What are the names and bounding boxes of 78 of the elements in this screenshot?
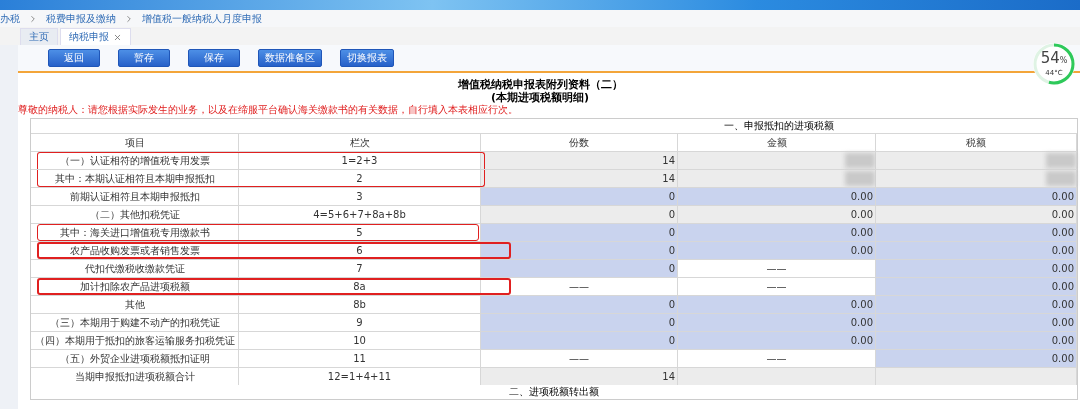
breadcrumb-link[interactable]: 增值税一般纳税人月度申报 [142,11,262,26]
toolbar-button[interactable]: 保存 [188,49,240,67]
row-label: 前期认证相符且本期申报抵扣 [31,187,239,205]
table-cell: 14 [481,367,678,385]
form-subtitle: (本期进项税额明细) [489,91,591,104]
row-code: 11 [239,349,481,367]
table-cell: 0.00 [678,205,876,223]
table-cell: 0 [481,205,678,223]
row-label: （二）其他扣税凭证 [31,205,239,223]
breadcrumb-link[interactable]: 税费申报及缴纳 [46,11,116,26]
input-field[interactable]: 0.00 [876,349,1077,367]
row-label: 代扣代缴税收缴款凭证 [31,259,239,277]
input-field[interactable]: 0.00 [678,295,876,313]
breadcrumb-link[interactable]: 办税 [0,11,20,26]
input-field[interactable]: 0 [481,331,678,349]
toolbar-button[interactable]: 切换报表 [340,49,394,67]
table-cell: 0.00 [876,205,1077,223]
input-field[interactable]: 0.00 [876,223,1077,241]
input-field[interactable]: 0.00 [678,331,876,349]
input-field[interactable]: 0 [481,241,678,259]
section-title: 一、申报抵扣的进项税额 [723,119,835,133]
column-header: 栏次 [239,133,481,151]
row-code: 2 [239,169,481,187]
row-code: 10 [239,331,481,349]
row-code: 4=5+6+7+8a+8b [239,205,481,223]
column-header: 税额 [876,133,1077,151]
row-label: 当期申报抵扣进项税额合计 [31,367,239,385]
table-cell: 14 [481,169,678,187]
input-field[interactable]: 0.00 [678,187,876,205]
row-code: 3 [239,187,481,205]
section-title: 二、进项税额转出额 [508,385,600,399]
input-field[interactable]: 0.00 [678,241,876,259]
table-cell: —— [678,349,876,367]
chevron-icon [124,13,134,24]
close-icon[interactable] [113,32,122,42]
input-field[interactable]: 0 [481,295,678,313]
row-code: 9 [239,313,481,331]
input-field[interactable]: 0.00 [876,277,1077,295]
input-field[interactable]: 0 [481,223,678,241]
input-field[interactable]: 0.00 [876,259,1077,277]
row-code: 12=1+4+11 [239,367,481,385]
row-code: 5 [239,223,481,241]
input-field[interactable]: 0 [481,187,678,205]
row-code: 7 [239,259,481,277]
row-label: 其他 [31,295,239,313]
row-code: 8b [239,295,481,313]
input-field[interactable]: 0 [481,313,678,331]
table-cell: —— [678,259,876,277]
column-header: 金额 [678,133,876,151]
input-field[interactable]: 0.00 [678,223,876,241]
column-header: 项目 [31,133,239,151]
row-code: 1=2+3 [239,151,481,169]
input-field[interactable]: 0.00 [876,295,1077,313]
toolbar-button[interactable]: 暂存 [118,49,170,67]
input-field[interactable]: 0 [481,259,678,277]
toolbar-button[interactable]: 数据准备区 [258,49,322,67]
row-label: （四）本期用于抵扣的旅客运输服务扣税凭证 [31,331,239,349]
table-cell: —— [481,349,678,367]
table-cell: —— [481,277,678,295]
column-header: 份数 [481,133,678,151]
redacted-patch [845,171,875,186]
tab[interactable]: 主页 [20,28,58,45]
table-cell: —— [678,277,876,295]
redacted-patch [845,153,875,168]
input-field[interactable]: 0.00 [876,331,1077,349]
gauge-reading: 54% [1039,50,1069,69]
chevron-icon [28,13,38,24]
form-title: 增值税纳税申报表附列资料（二） [456,78,624,91]
notice-text: 尊敬的纳税人：请您根据实际发生的业务，以及在缔服平台确认海关缴款书的有关数据，自行填入本表相应行次。 [18,104,519,116]
row-label: （三）本期用于购建不动产的扣税凭证 [31,313,239,331]
input-field[interactable]: 0.00 [678,313,876,331]
tab[interactable]: 纳税申报 [60,28,131,45]
input-field[interactable]: 0.00 [876,187,1077,205]
row-label: （五）外贸企业进项税额抵扣证明 [31,349,239,367]
input-field[interactable]: 0.00 [876,313,1077,331]
table-cell: 14 [481,151,678,169]
toolbar-button[interactable]: 返回 [48,49,100,67]
input-field[interactable]: 0.00 [876,241,1077,259]
